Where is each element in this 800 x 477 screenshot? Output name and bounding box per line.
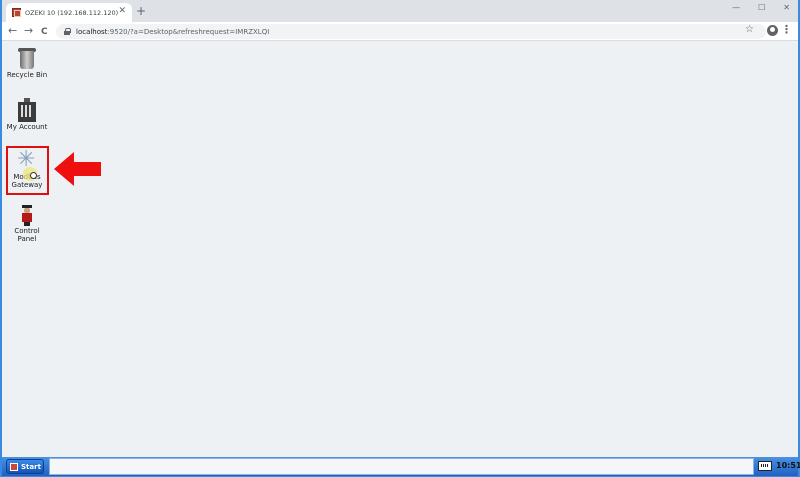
desktop-icon-control-panel[interactable]: Control Panel xyxy=(6,202,48,243)
window-close-button[interactable]: ✕ xyxy=(783,3,790,12)
address-bar[interactable]: localhost :9520/?a=Desktop&refreshreques… xyxy=(56,24,766,39)
start-logo-icon xyxy=(10,462,18,471)
back-button[interactable]: ← xyxy=(8,25,17,37)
lock-icon xyxy=(64,28,71,35)
office-building-icon xyxy=(15,98,39,122)
ozeki-favicon-icon xyxy=(12,8,21,17)
maximize-button[interactable]: ☐ xyxy=(758,3,765,12)
tab-strip: OZEKI 10 (192.168.112.120) ✕ + — ☐ ✕ xyxy=(2,0,798,22)
desktop-icon-my-account[interactable]: My Account xyxy=(6,98,48,131)
desktop-icon-label: My Account xyxy=(6,123,48,131)
desktop-icon-modbus-gateway[interactable]: ✳ Modbus Gateway xyxy=(6,148,48,190)
url-host: localhost xyxy=(76,27,108,36)
browser-window: OZEKI 10 (192.168.112.120) ✕ + — ☐ ✕ ← →… xyxy=(0,0,800,477)
desktop-icon-label: Recycle Bin xyxy=(6,71,48,79)
reload-button[interactable]: C xyxy=(41,26,48,38)
new-tab-button[interactable]: + xyxy=(136,5,146,17)
start-button[interactable]: Start xyxy=(6,459,44,474)
bookmark-star-icon[interactable]: ☆ xyxy=(745,25,754,35)
window-controls: — ☐ ✕ xyxy=(732,3,790,12)
profile-avatar-icon[interactable] xyxy=(767,25,778,36)
browser-tab[interactable]: OZEKI 10 (192.168.112.120) ✕ xyxy=(6,3,132,22)
browser-toolbar: ← → C localhost :9520/?a=Desktop&refresh… xyxy=(2,22,798,41)
tab-title: OZEKI 10 (192.168.112.120) xyxy=(25,8,119,17)
start-label: Start xyxy=(21,462,41,471)
desktop-icon-recycle-bin[interactable]: Recycle Bin xyxy=(6,46,48,79)
recycle-bin-icon xyxy=(15,46,39,70)
taskbar-window-area[interactable] xyxy=(49,458,754,475)
desktop-icon-label: Control Panel xyxy=(14,227,40,243)
minimize-button[interactable]: — xyxy=(732,3,740,12)
tab-close-icon[interactable]: ✕ xyxy=(118,7,126,16)
modbus-gateway-icon: ✳ xyxy=(15,148,39,181)
forward-button[interactable]: → xyxy=(24,25,33,37)
url-path: :9520/?a=Desktop&refreshrequest=IMRZXLQI xyxy=(107,27,270,36)
desktop-area: Recycle Bin My Account ✳ Modbus Gateway xyxy=(2,41,798,457)
browser-menu-icon[interactable]: ⋮ xyxy=(781,24,792,36)
mouse-cursor-icon xyxy=(30,172,37,179)
red-arrow-pointer-icon xyxy=(54,152,101,186)
keyboard-icon[interactable] xyxy=(758,461,772,471)
clock: 10:51 xyxy=(776,461,800,470)
taskbar: Start 10:51 xyxy=(2,457,800,476)
control-panel-figure-icon xyxy=(15,202,39,226)
